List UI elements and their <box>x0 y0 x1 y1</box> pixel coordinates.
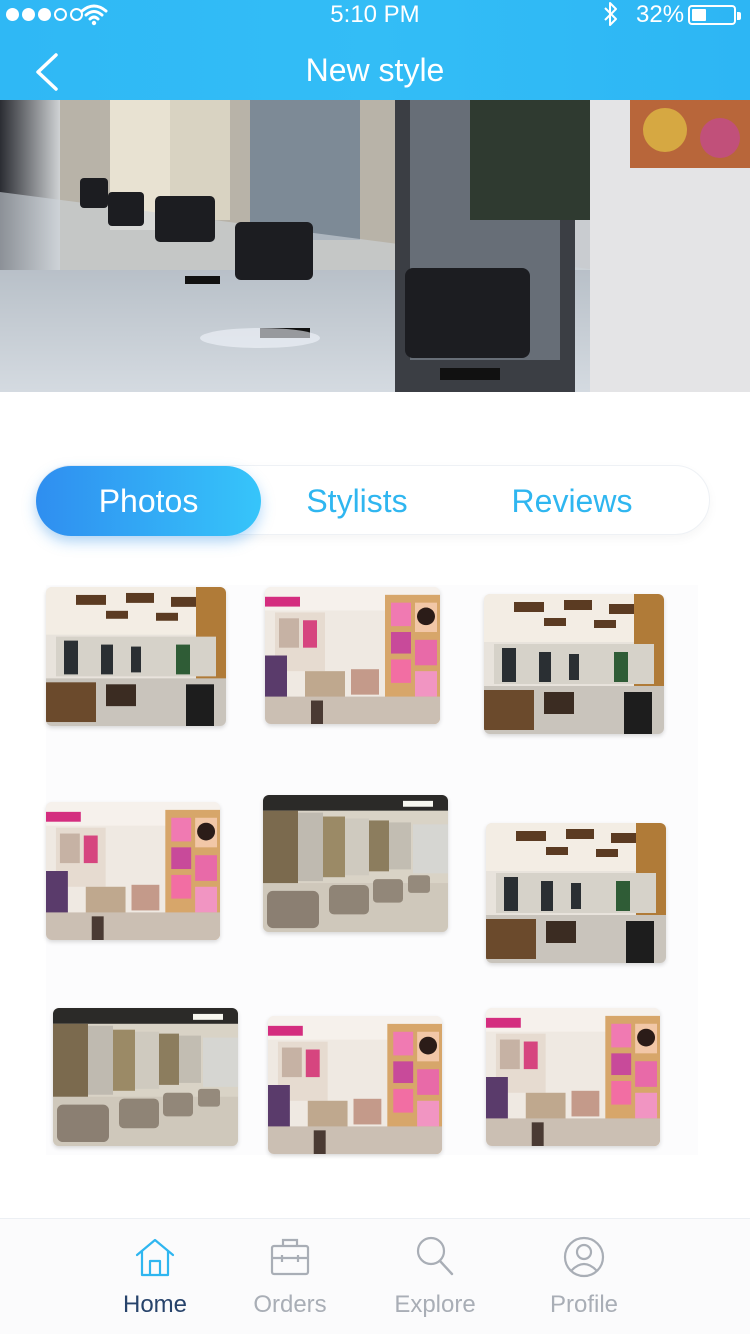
battery-icon <box>688 5 741 25</box>
nav-home[interactable]: Home <box>90 1219 220 1334</box>
nav-home-label: Home <box>122 1291 188 1318</box>
home-icon <box>135 1238 175 1277</box>
nav-explore-label: Explore <box>394 1291 476 1318</box>
battery-percent: 32% <box>636 1 685 28</box>
nav-orders-label: Orders <box>253 1291 327 1318</box>
photo-thumbnail[interactable] <box>486 823 666 963</box>
nav-orders[interactable]: Orders <box>225 1219 355 1334</box>
user-icon <box>563 1236 605 1278</box>
status-bar: 5:10 PM 32% <box>0 0 750 30</box>
hero-image <box>0 100 750 392</box>
bottom-nav: Home Orders Explore Profile <box>0 1218 750 1334</box>
bluetooth-icon <box>604 2 617 26</box>
nav-explore[interactable]: Explore <box>370 1219 500 1334</box>
photo-image <box>265 587 440 724</box>
photo-image <box>46 587 226 726</box>
tab-photos[interactable]: Photos <box>36 466 261 536</box>
photo-thumbnail[interactable] <box>486 1008 660 1146</box>
photo-thumbnail[interactable] <box>46 802 220 940</box>
photo-image <box>486 1008 660 1146</box>
search-icon <box>416 1236 454 1276</box>
photo-thumbnail[interactable] <box>484 594 664 734</box>
tab-stylists[interactable]: Stylists <box>247 466 467 536</box>
briefcase-icon <box>270 1238 310 1276</box>
photo-image <box>484 594 664 734</box>
photo-thumbnail[interactable] <box>265 587 440 724</box>
photo-thumbnail[interactable] <box>268 1016 442 1154</box>
nav-profile[interactable]: Profile <box>519 1219 649 1334</box>
header-bar: 5:10 PM 32% New style <box>0 0 750 100</box>
nav-profile-label: Profile <box>549 1291 619 1318</box>
photo-image <box>53 1008 238 1146</box>
photo-thumbnail[interactable] <box>263 795 448 932</box>
photo-image <box>268 1016 442 1154</box>
page-title: New style <box>305 52 445 88</box>
segment-tabs: Photos Stylists Reviews <box>36 465 710 536</box>
photo-image <box>46 802 220 940</box>
tab-reviews[interactable]: Reviews <box>462 466 682 536</box>
photo-image <box>486 823 666 963</box>
photo-thumbnail[interactable] <box>46 587 226 726</box>
photo-image <box>263 795 448 932</box>
photo-thumbnail[interactable] <box>53 1008 238 1146</box>
